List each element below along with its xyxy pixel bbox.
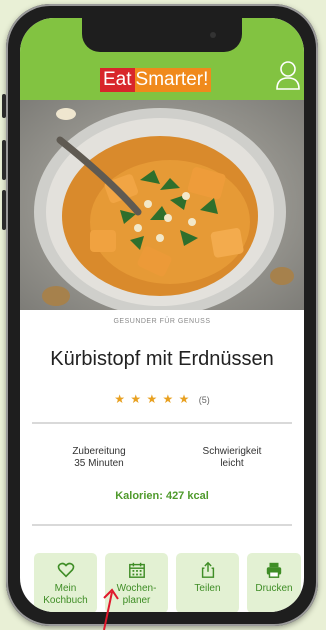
phone-volume-up [2, 140, 6, 180]
recipe-rating[interactable]: ★ ★ ★ ★ ★ (5) [20, 392, 304, 406]
app-header: Eat Smarter! [20, 18, 304, 100]
difficulty: Schwierigkeit leicht [182, 446, 282, 470]
logo-eat: Eat [100, 68, 135, 92]
print-button[interactable]: Drucken [247, 553, 301, 612]
star-icons: ★ ★ ★ ★ ★ [114, 392, 191, 406]
phone-volume-down [2, 190, 6, 230]
calendar-icon [128, 562, 145, 578]
bottom-action-bar: Mein Kochbuch Wochen- planer Teilen Druc… [20, 548, 304, 612]
share-label: Teilen [194, 583, 221, 594]
my-cookbook-label-1: Mein [54, 583, 77, 594]
divider-top [32, 422, 292, 424]
difficulty-label: Schwierigkeit [202, 446, 262, 457]
app-screen: Eat Smarter! GESUNDER FÜR GENUSS Kürbist… [20, 18, 304, 612]
logo-smarter: Smarter! [134, 68, 212, 92]
heart-icon [57, 562, 74, 578]
eatsmarter-logo[interactable]: Eat Smarter! [100, 68, 212, 92]
printer-icon [266, 562, 282, 578]
prep-time-value: 35 Minuten [74, 458, 124, 469]
my-cookbook-button[interactable]: Mein Kochbuch [34, 553, 97, 612]
rating-count: (5) [198, 395, 210, 405]
share-icon [201, 561, 214, 578]
prep-time-label: Zubereitung [72, 446, 126, 457]
my-cookbook-label-2: Kochbuch [43, 595, 88, 606]
share-button[interactable]: Teilen [176, 553, 239, 612]
phone-frame: Eat Smarter! GESUNDER FÜR GENUSS Kürbist… [2, 4, 318, 626]
phone-notch [82, 18, 242, 52]
divider-bottom [32, 524, 292, 526]
phone-side-button [2, 94, 6, 118]
print-label: Drucken [255, 583, 293, 594]
recipe-hero-image [20, 100, 304, 310]
calories: Kalorien: 427 kcal [115, 490, 209, 502]
user-icon[interactable] [276, 60, 300, 90]
annotation-arrow [103, 588, 119, 630]
recipe-title: Kürbistopf mit Erdnüssen [50, 348, 274, 370]
difficulty-value: leicht [220, 458, 244, 469]
prep-time: Zubereitung 35 Minuten [54, 446, 144, 470]
front-camera [210, 32, 216, 38]
pumpkin-stew-illustration [20, 100, 304, 310]
recipe-kicker: GESUNDER FÜR GENUSS [113, 318, 211, 325]
